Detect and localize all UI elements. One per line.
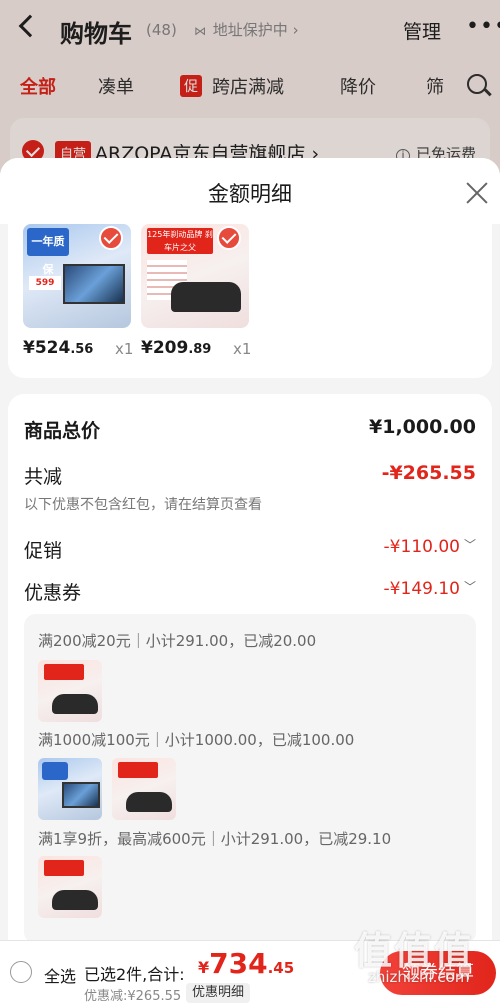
close-icon[interactable] (464, 180, 490, 206)
select-all-radio[interactable] (10, 961, 32, 983)
product-item[interactable]: 125年刹动品牌 刹车片之父 ¥209.89 x1 (141, 224, 261, 364)
thumbnail-tag (44, 860, 84, 876)
product-price: ¥524.56 (23, 338, 93, 358)
brake-pad-illustration (126, 792, 172, 812)
product-image-tag: 125年刹动品牌 刹车片之父 (147, 228, 213, 254)
product-item[interactable]: 一年质保 599 ¥524.56 x1 (23, 224, 143, 364)
coupon-amount: -¥149.10 (383, 579, 460, 599)
coupon-label: 优惠券 (24, 582, 82, 604)
brake-pad-illustration (52, 694, 98, 714)
product-price: ¥209.89 (141, 338, 211, 358)
amount-detail-sheet: 金额明细 一年质保 599 ¥524.56 x1 125年刹动品牌 刹车片之父 … (0, 158, 500, 1003)
promo-rule-line: 满1享9折，最高减600元｜小计291.00，已减29.10 (38, 830, 392, 848)
reduction-note: 以下优惠不包含红包，请在结算页查看 (24, 497, 262, 513)
product-thumbnail (38, 758, 102, 820)
promotion-amount: -¥110.00 (383, 537, 460, 557)
sheet-title: 金额明细 (208, 182, 292, 206)
checkout-button[interactable]: 领券结算 (380, 951, 496, 995)
brake-pad-illustration (171, 282, 241, 312)
coupon-value: -¥149.10 ﹀ (384, 578, 476, 599)
currency-symbol: ¥ (198, 958, 210, 977)
promotion-value: -¥110.00 ﹀ (384, 536, 476, 557)
product-quantity: x1 (115, 340, 134, 358)
total-decimal: .45 (267, 959, 295, 977)
monitor-illustration (63, 264, 125, 304)
reduction-label: 共减 (24, 466, 63, 488)
selected-count-text: 已选2件,合计: (84, 965, 185, 984)
total-integer: 734 (209, 947, 268, 980)
select-all-label[interactable]: 全选 (44, 963, 76, 987)
products-card: 一年质保 599 ¥524.56 x1 125年刹动品牌 刹车片之父 ¥209.… (8, 224, 492, 378)
promotion-details-box: 满200减20元｜小计291.00，已减20.00 满1000减100元｜小计1… (24, 614, 476, 944)
dim-overlay[interactable] (0, 0, 500, 180)
promotion-label: 促销 (24, 540, 63, 562)
monitor-illustration (62, 782, 100, 808)
checked-icon[interactable] (217, 226, 241, 250)
product-thumbnail (38, 856, 102, 918)
product-thumbnail (38, 660, 102, 722)
product-thumbnail (112, 758, 176, 820)
thumbnail-tag (42, 762, 68, 780)
brake-pad-illustration (52, 890, 98, 910)
chevron-down-icon: ﹀ (463, 538, 476, 552)
promo-rule-line: 满1000减100元｜小计1000.00，已减100.00 (38, 731, 355, 749)
product-image-tag: 一年质保 (27, 228, 69, 276)
reduction-value: -¥265.55 (381, 462, 476, 484)
product-image-price: 599 (29, 276, 61, 290)
price-decimal: .89 (188, 342, 212, 357)
price-integer: ¥209 (141, 338, 189, 358)
discount-text: 优惠减:¥265.55 (84, 989, 182, 1003)
price-decimal: .56 (70, 342, 94, 357)
checkout-bar: 全选 已选2件,合计: ¥734.45 优惠减:¥265.55 优惠明细 领券结… (0, 940, 500, 1003)
price-integer: ¥524 (23, 338, 71, 358)
product-quantity: x1 (233, 340, 252, 358)
checked-icon[interactable] (99, 226, 123, 250)
amount-detail-card: 商品总价 ¥1,000.00 共减 -¥265.55 以下优惠不包含红包，请在结… (8, 394, 492, 1003)
total-amount: ¥734.45 (198, 947, 294, 980)
promo-rule-line: 满200减20元｜小计291.00，已减20.00 (38, 632, 317, 650)
sheet-header: 金额明细 (0, 158, 500, 224)
discount-detail-button[interactable]: 优惠明细 (186, 983, 251, 1003)
thumbnail-tag (44, 664, 84, 680)
goods-total-value: ¥1,000.00 (369, 416, 476, 438)
goods-total-label: 商品总价 (24, 420, 101, 442)
thumbnail-tag (118, 762, 158, 778)
chevron-down-icon: ﹀ (463, 580, 476, 594)
